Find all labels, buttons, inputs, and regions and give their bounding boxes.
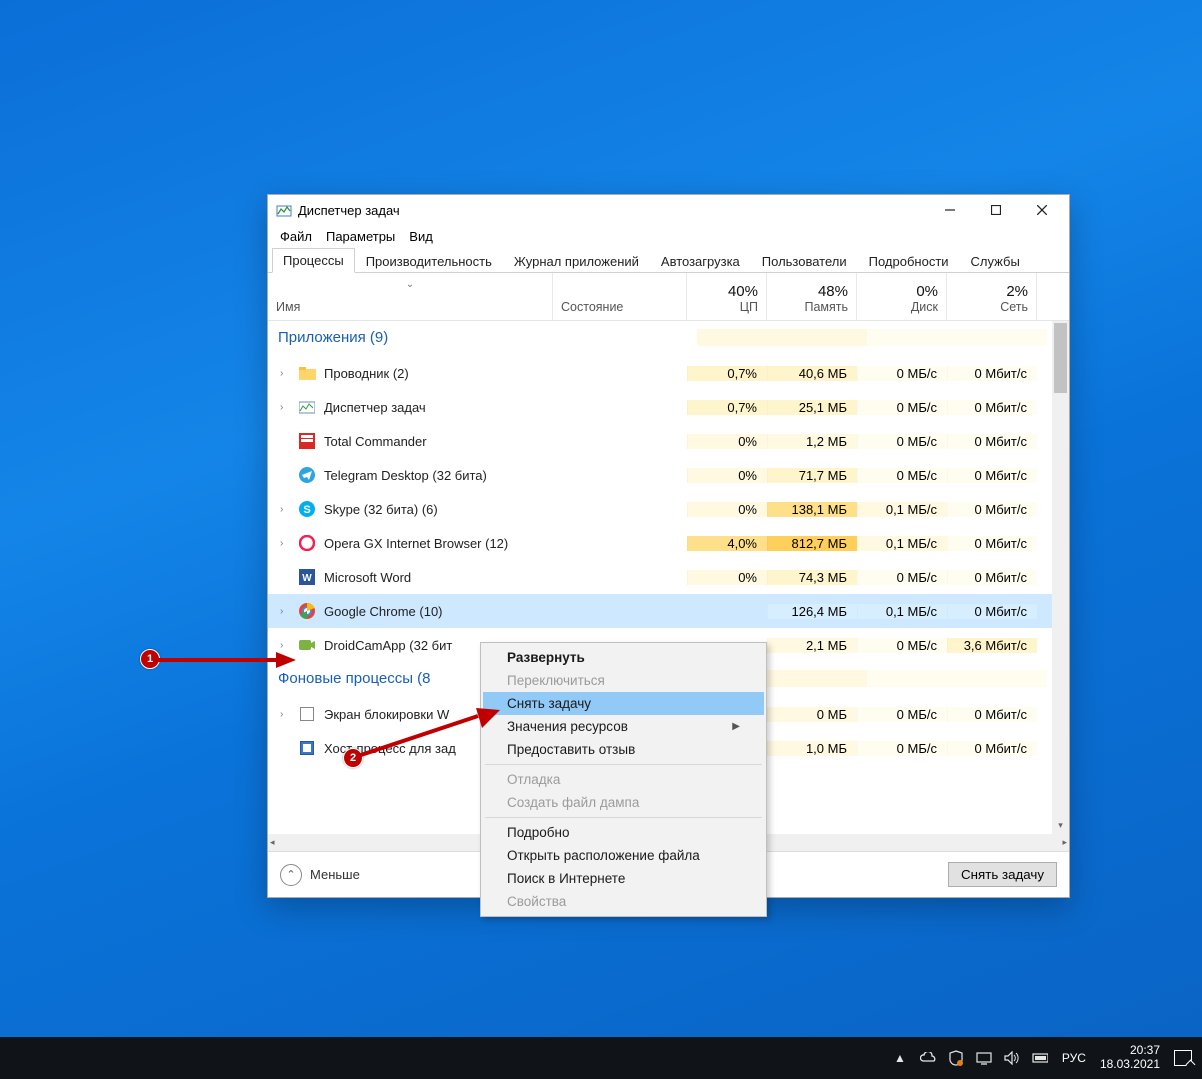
column-name[interactable]: ⌄ Имя bbox=[268, 273, 553, 320]
row-telegram[interactable]: Telegram Desktop (32 бита) 0% 71,7 МБ 0 … bbox=[268, 458, 1052, 492]
svg-text:S: S bbox=[303, 504, 310, 516]
app-icon bbox=[298, 739, 316, 757]
ctx-details[interactable]: Подробно bbox=[483, 821, 764, 844]
vertical-scrollbar[interactable]: ▾ bbox=[1052, 321, 1069, 834]
group-apps[interactable]: Приложения (9) bbox=[268, 321, 1052, 356]
skype-icon: S bbox=[298, 500, 316, 518]
column-network[interactable]: 2%Сеть bbox=[947, 273, 1037, 320]
context-menu: Развернуть Переключиться Снять задачу Зн… bbox=[480, 642, 767, 917]
task-manager-icon bbox=[276, 202, 292, 218]
end-task-button[interactable]: Снять задачу bbox=[948, 862, 1057, 887]
tab-performance[interactable]: Производительность bbox=[355, 249, 503, 273]
menu-file[interactable]: Файл bbox=[274, 227, 318, 246]
totalcmd-icon bbox=[298, 432, 316, 450]
taskbar[interactable]: ▲ РУС 20:37 18.03.2021 bbox=[0, 1037, 1202, 1079]
ctx-switch: Переключиться bbox=[483, 669, 764, 692]
telegram-icon bbox=[298, 466, 316, 484]
ctx-feedback[interactable]: Предоставить отзыв bbox=[483, 738, 764, 761]
submenu-arrow-icon: ▶ bbox=[732, 721, 740, 732]
column-state[interactable]: Состояние bbox=[553, 273, 687, 320]
maximize-button[interactable] bbox=[973, 196, 1019, 224]
process-name: Проводник (2) bbox=[324, 366, 409, 381]
scrollbar-thumb[interactable] bbox=[1054, 323, 1067, 393]
row-skype[interactable]: › S Skype (32 бита) (6) 0% 138,1 МБ 0,1 … bbox=[268, 492, 1052, 526]
tray-security-icon[interactable] bbox=[948, 1050, 964, 1066]
tray-language[interactable]: РУС bbox=[1062, 1051, 1086, 1065]
titlebar[interactable]: Диспетчер задач bbox=[268, 195, 1069, 225]
row-word[interactable]: W Microsoft Word 0% 74,3 МБ 0 МБ/с 0 Мби… bbox=[268, 560, 1052, 594]
close-button[interactable] bbox=[1019, 196, 1065, 224]
fewer-details-button[interactable]: ⌃ Меньше bbox=[280, 864, 360, 886]
tab-users[interactable]: Пользователи bbox=[751, 249, 858, 273]
window-title: Диспетчер задач bbox=[298, 203, 927, 218]
chevron-up-icon: ⌃ bbox=[280, 864, 302, 886]
row-explorer[interactable]: › Проводник (2) 0,7% 40,6 МБ 0 МБ/с 0 Мб… bbox=[268, 356, 1052, 390]
tab-processes[interactable]: Процессы bbox=[272, 248, 355, 273]
chevron-right-icon: › bbox=[280, 368, 290, 379]
separator bbox=[485, 764, 762, 765]
row-totalcmd[interactable]: Total Commander 0% 1,2 МБ 0 МБ/с 0 Мбит/… bbox=[268, 424, 1052, 458]
system-tray: ▲ bbox=[892, 1050, 1048, 1066]
ctx-expand[interactable]: Развернуть bbox=[483, 646, 764, 669]
menu-view[interactable]: Вид bbox=[403, 227, 439, 246]
column-disk[interactable]: 0%Диск bbox=[857, 273, 947, 320]
menubar: Файл Параметры Вид bbox=[268, 225, 1069, 247]
tabstrip: Процессы Производительность Журнал прило… bbox=[268, 247, 1069, 273]
tray-chevron-up-icon[interactable]: ▲ bbox=[892, 1050, 908, 1066]
column-headers: ⌄ Имя Состояние 40%ЦП 48%Память 0%Диск 2… bbox=[268, 273, 1069, 321]
opera-icon bbox=[298, 534, 316, 552]
tray-onedrive-icon[interactable] bbox=[920, 1050, 936, 1066]
scrollbar-down-icon[interactable]: ▾ bbox=[1052, 817, 1069, 834]
ctx-open-location[interactable]: Открыть расположение файла bbox=[483, 844, 764, 867]
tray-volume-icon[interactable] bbox=[1004, 1050, 1020, 1066]
tray-network-icon[interactable] bbox=[976, 1050, 992, 1066]
tab-startup[interactable]: Автозагрузка bbox=[650, 249, 751, 273]
ctx-properties: Свойства bbox=[483, 890, 764, 913]
folder-icon bbox=[298, 364, 316, 382]
separator bbox=[485, 817, 762, 818]
ctx-debug: Отладка bbox=[483, 768, 764, 791]
scrollbar-right-icon[interactable]: ▸ bbox=[1062, 837, 1067, 848]
ctx-search-online[interactable]: Поиск в Интернете bbox=[483, 867, 764, 890]
svg-text:W: W bbox=[302, 573, 312, 584]
task-manager-icon bbox=[298, 398, 316, 416]
row-opera[interactable]: › Opera GX Internet Browser (12) 4,0% 81… bbox=[268, 526, 1052, 560]
row-taskmgr[interactable]: › Диспетчер задач 0,7% 25,1 МБ 0 МБ/с 0 … bbox=[268, 390, 1052, 424]
tray-battery-icon[interactable] bbox=[1032, 1050, 1048, 1066]
minimize-button[interactable] bbox=[927, 196, 973, 224]
tab-app-history[interactable]: Журнал приложений bbox=[503, 249, 650, 273]
sort-chevron-icon: ⌄ bbox=[406, 279, 414, 290]
tray-clock[interactable]: 20:37 18.03.2021 bbox=[1100, 1044, 1160, 1072]
column-memory[interactable]: 48%Память bbox=[767, 273, 857, 320]
tab-services[interactable]: Службы bbox=[960, 249, 1031, 273]
annotation-badge-1: 1 bbox=[140, 649, 160, 669]
ctx-end-task[interactable]: Снять задачу bbox=[483, 692, 764, 715]
row-chrome[interactable]: › Google Chrome (10) 126,4 МБ 0,1 МБ/с 0… bbox=[268, 594, 1052, 628]
app-icon bbox=[298, 705, 316, 723]
ctx-dump: Создать файл дампа bbox=[483, 791, 764, 814]
droidcam-icon bbox=[298, 636, 316, 654]
tray-notifications-icon[interactable] bbox=[1174, 1050, 1192, 1066]
scrollbar-left-icon[interactable]: ◂ bbox=[270, 837, 275, 848]
tab-details[interactable]: Подробности bbox=[858, 249, 960, 273]
column-cpu[interactable]: 40%ЦП bbox=[687, 273, 767, 320]
menu-options[interactable]: Параметры bbox=[320, 227, 401, 246]
chrome-icon bbox=[298, 602, 316, 620]
ctx-resource-values[interactable]: Значения ресурсов▶ bbox=[483, 715, 764, 738]
word-icon: W bbox=[298, 568, 316, 586]
